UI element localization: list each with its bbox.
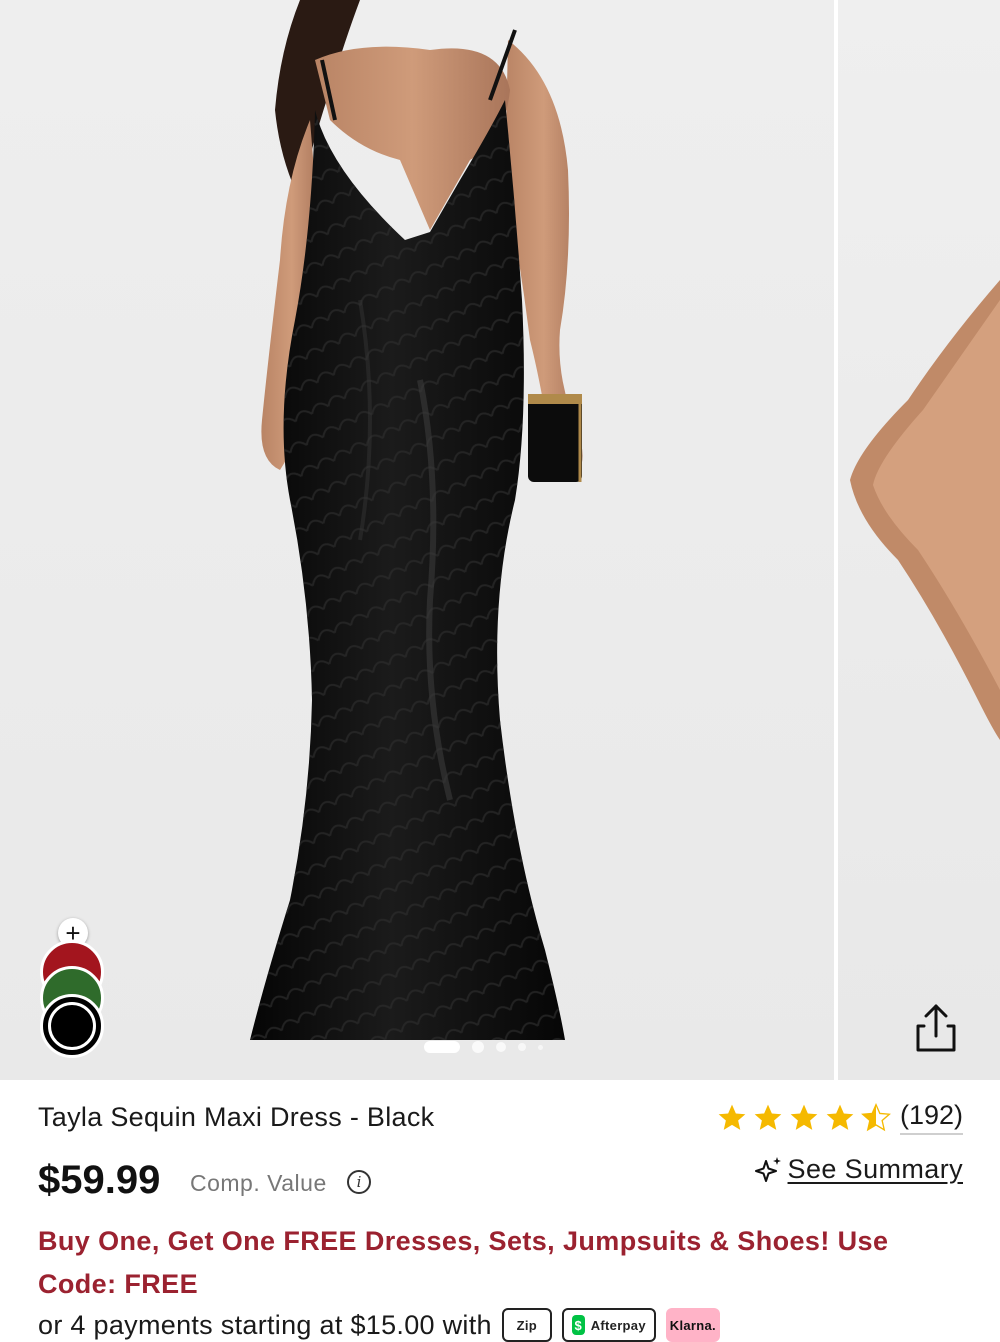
- product-photo-main[interactable]: +: [0, 0, 834, 1080]
- carousel-dot[interactable]: [472, 1041, 484, 1053]
- carousel-dot-active[interactable]: [424, 1041, 460, 1053]
- see-summary-button[interactable]: See Summary: [754, 1154, 963, 1185]
- star-full-icon: [826, 1104, 854, 1130]
- product-info-panel: Tayla Sequin Maxi Dress - Black (192) $5…: [0, 1080, 1000, 1342]
- info-icon[interactable]: i: [347, 1170, 371, 1194]
- installment-text: or 4 payments starting at $15.00 with: [38, 1309, 492, 1340]
- product-title: Tayla Sequin Maxi Dress - Black: [38, 1102, 435, 1132]
- promo-banner: Buy One, Get One FREE Dresses, Sets, Jum…: [38, 1226, 889, 1299]
- product-price: $59.99: [38, 1158, 161, 1202]
- rating-summary[interactable]: (192): [716, 1100, 963, 1135]
- carousel-dot[interactable]: [538, 1044, 543, 1050]
- cash-app-icon: $: [571, 1315, 585, 1335]
- star-rating: [716, 1102, 892, 1134]
- star-half-icon: [861, 1102, 891, 1131]
- comp-value-label: Comp. Value: [190, 1170, 327, 1196]
- carousel-dot[interactable]: [496, 1042, 506, 1052]
- see-summary-link[interactable]: See Summary: [788, 1154, 963, 1185]
- sparkle-icon: [754, 1156, 781, 1182]
- installment-payments: or 4 payments starting at $15.00 with Zi…: [38, 1308, 720, 1342]
- model-arm-partial-image: [850, 280, 1000, 1080]
- star-full-icon: [754, 1104, 782, 1130]
- product-image-carousel[interactable]: +: [0, 0, 1000, 1080]
- carousel-pagination: [424, 1039, 543, 1055]
- star-full-icon: [718, 1104, 746, 1130]
- product-photo-next[interactable]: [838, 0, 1000, 1080]
- color-swatch-stack: +: [38, 918, 108, 1064]
- afterpay-badge[interactable]: $ Afterpay: [561, 1308, 656, 1342]
- swatch-black-selected[interactable]: [40, 994, 104, 1058]
- share-icon[interactable]: [910, 1000, 962, 1056]
- klarna-badge[interactable]: Klarna.: [665, 1308, 720, 1342]
- star-full-icon: [790, 1104, 818, 1130]
- model-in-black-sequin-dress-image: [250, 0, 583, 1040]
- afterpay-label: Afterpay: [590, 1317, 646, 1333]
- carousel-dot[interactable]: [518, 1043, 526, 1051]
- review-count-link[interactable]: (192): [899, 1100, 963, 1135]
- zip-pay-badge[interactable]: Zip: [501, 1308, 552, 1342]
